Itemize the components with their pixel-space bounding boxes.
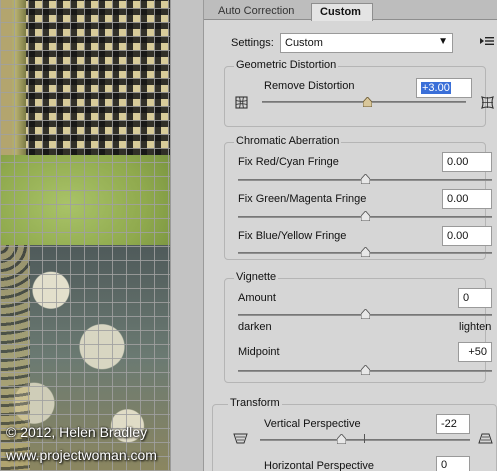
fix-red-cyan-thumb[interactable] (360, 174, 370, 184)
settings-value: Custom (285, 37, 323, 49)
horizontal-perspective-input[interactable]: 0 (436, 456, 470, 471)
vertical-perspective-input[interactable]: -22 (436, 414, 470, 434)
vignette-amount-thumb[interactable] (360, 309, 370, 319)
lens-correction-panel: Auto Correction Custom Settings: Custom … (204, 0, 497, 471)
vignette-midpoint-thumb[interactable] (360, 365, 370, 375)
remove-distortion-thumb[interactable] (362, 97, 372, 107)
website-watermark: www.projectwoman.com (6, 447, 157, 463)
copyright-watermark: © 2012, Helen Bradley (6, 424, 148, 440)
vertical-perspective-value: -22 (441, 418, 457, 430)
tab-auto-correction[interactable]: Auto Correction (210, 3, 302, 20)
vignette-midpoint-label: Midpoint (238, 346, 280, 358)
tab-bar: Auto Correction Custom (204, 0, 497, 21)
fix-blue-yellow-thumb[interactable] (360, 247, 370, 257)
fix-red-cyan-input[interactable]: 0.00 (442, 152, 492, 172)
fix-blue-yellow-label: Fix Blue/Yellow Fringe (238, 230, 347, 242)
lighten-label: lighten (459, 321, 492, 333)
fix-blue-yellow-input[interactable]: 0.00 (442, 226, 492, 246)
vignette-amount-label: Amount (238, 292, 276, 304)
chevron-down-icon: ▼ (438, 36, 448, 47)
image-preview[interactable]: © 2012, Helen Bradley www.projectwoman.c… (0, 0, 170, 471)
fix-blue-yellow-value: 0.00 (447, 230, 469, 242)
alignment-grid (0, 0, 170, 471)
perspective-narrow-top-icon[interactable] (233, 433, 248, 447)
remove-distortion-label: Remove Distortion (264, 80, 355, 92)
pincushion-icon[interactable] (235, 96, 248, 112)
fix-green-magenta-value: 0.00 (447, 193, 469, 205)
fix-red-cyan-value: 0.00 (447, 156, 469, 168)
vignette-amount-input[interactable]: 0 (458, 288, 492, 308)
geometric-distortion-title: Geometric Distortion (234, 59, 339, 71)
remove-distortion-value: +3.00 (421, 82, 451, 94)
vertical-perspective-thumb[interactable] (337, 434, 347, 444)
tab-custom[interactable]: Custom (311, 3, 373, 21)
transform-title: Transform (228, 397, 282, 409)
barrel-icon[interactable] (481, 96, 494, 112)
remove-distortion-input[interactable]: +3.00 (416, 78, 472, 98)
chromatic-aberration-title: Chromatic Aberration (234, 135, 342, 147)
horizontal-perspective-label: Horizontal Perspective (264, 460, 375, 471)
vertical-perspective-label: Vertical Perspective (264, 418, 361, 430)
panel-menu-icon[interactable] (480, 36, 494, 49)
vignette-amount-value: 0 (463, 292, 470, 304)
darken-label: darken (238, 321, 272, 333)
fix-green-magenta-input[interactable]: 0.00 (442, 189, 492, 209)
vignette-midpoint-input[interactable]: +50 (458, 342, 492, 362)
vignette-midpoint-value: +50 (468, 346, 487, 358)
settings-label: Settings: (231, 37, 274, 49)
preview-gutter (170, 0, 204, 471)
vertical-perspective-track[interactable] (260, 439, 470, 441)
perspective-narrow-bottom-icon[interactable] (478, 433, 493, 447)
vignette-title: Vignette (234, 271, 279, 283)
center-tick (364, 434, 365, 443)
fix-green-magenta-label: Fix Green/Magenta Fringe (238, 193, 367, 205)
fix-red-cyan-label: Fix Red/Cyan Fringe (238, 156, 339, 168)
horizontal-perspective-value: 0 (441, 459, 448, 471)
settings-dropdown[interactable]: Custom ▼ (280, 33, 453, 53)
fix-green-magenta-thumb[interactable] (360, 211, 370, 221)
